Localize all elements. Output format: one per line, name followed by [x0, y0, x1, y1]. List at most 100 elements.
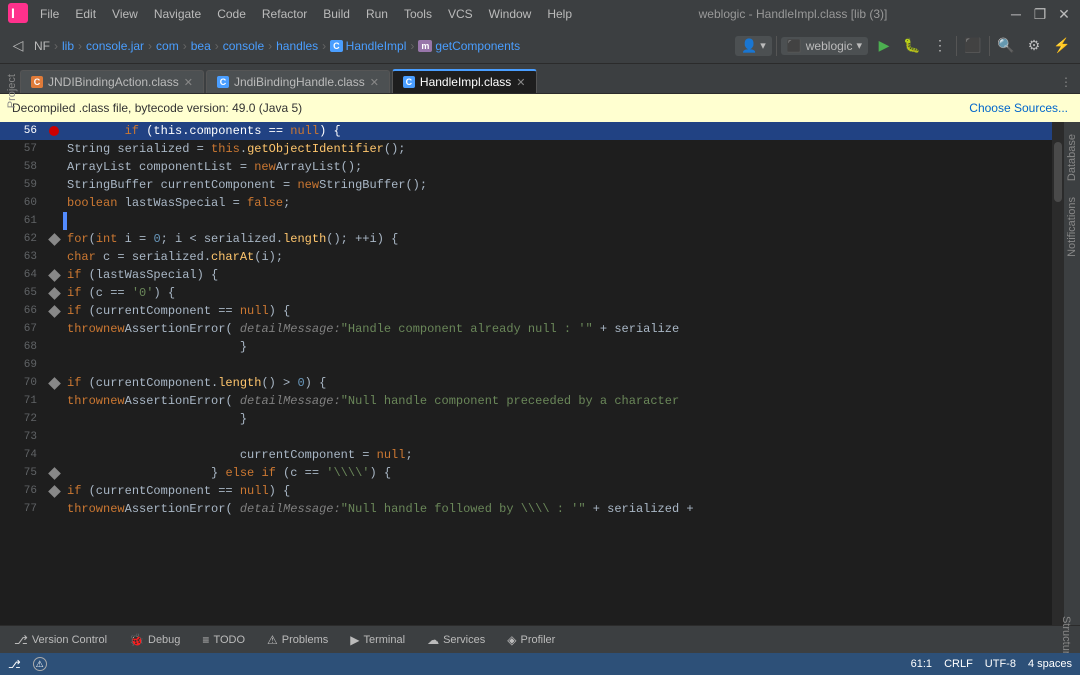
menu-file[interactable]: File [34, 5, 65, 23]
terminal-label: Terminal [363, 634, 405, 646]
menu-vcs[interactable]: VCS [442, 5, 479, 23]
todo-icon: ≡ [202, 633, 209, 647]
terminal-icon: ▶ [350, 633, 359, 647]
breadcrumb-jar[interactable]: console.jar [86, 39, 144, 53]
breadcrumb-class[interactable]: HandleImpl [346, 39, 407, 53]
notifications-tab[interactable]: Notifications [1064, 189, 1080, 265]
breadcrumb-bea[interactable]: bea [191, 39, 211, 53]
line-num-69: 69 [0, 356, 45, 374]
title-bar: I File Edit View Navigate Code Refactor … [0, 0, 1080, 28]
diamond-62 [48, 233, 61, 246]
status-bar: ⎇ ⚠ 61:1 CRLF UTF-8 4 spaces [0, 653, 1080, 675]
menu-tools[interactable]: Tools [398, 5, 438, 23]
line-num-66: 66 [0, 302, 45, 320]
profiler-tab[interactable]: ◈ Profiler [499, 630, 563, 650]
version-control-icon: ⎇ [14, 633, 28, 647]
run-config-button[interactable]: ⬛ weblogic ▾ [781, 37, 868, 55]
todo-tab[interactable]: ≡ TODO [194, 630, 253, 650]
project-tab-label[interactable]: Project [4, 68, 20, 114]
line-ending[interactable]: CRLF [944, 658, 973, 670]
breadcrumb-com[interactable]: com [156, 39, 179, 53]
gutter-72 [45, 410, 63, 428]
run-config-icon: ⬛ [787, 39, 802, 53]
code-line-56: if (this.components == null) { [63, 122, 1052, 140]
gutter-66 [45, 302, 63, 320]
menu-build[interactable]: Build [317, 5, 356, 23]
gutter-68 [45, 338, 63, 356]
tab-jndi-binding-handle[interactable]: C JndiBindingHandle.class ✕ [206, 70, 390, 93]
tab-label-impl: HandleImpl.class [420, 75, 511, 89]
search-button[interactable]: 🔍 [994, 34, 1018, 58]
menu-bar: File Edit View Navigate Code Refactor Bu… [34, 5, 578, 23]
breadcrumb-method: getComponents [435, 39, 520, 53]
indent-info[interactable]: 4 spaces [1028, 658, 1072, 670]
notifications-button[interactable]: ⚡ [1050, 34, 1074, 58]
run-config-label: weblogic [806, 39, 853, 53]
tab-close-jndi[interactable]: ✕ [184, 76, 193, 89]
menu-navigate[interactable]: Navigate [148, 5, 207, 23]
tab-jndi-binding-action[interactable]: C JNDIBindingAction.class ✕ [20, 70, 204, 93]
line-num-72: 72 [0, 410, 45, 428]
menu-code[interactable]: Code [211, 5, 252, 23]
debug-tab[interactable]: 🐞 Debug [121, 630, 188, 650]
version-control-label: Version Control [32, 634, 107, 646]
tab-close-impl[interactable]: ✕ [516, 76, 525, 89]
version-control-tab[interactable]: ⎇ Version Control [6, 630, 115, 650]
diamond-76 [48, 485, 61, 498]
project-panel-toggle[interactable]: Project [4, 64, 20, 93]
problems-tab[interactable]: ⚠ Problems [259, 630, 336, 650]
breadcrumb-lib[interactable]: lib [62, 39, 74, 53]
breadcrumb: NF › lib › console.jar › com › bea › con… [34, 39, 731, 53]
breadcrumb-method-icon: m [418, 40, 432, 52]
window-controls: ─ ❐ ✕ [1008, 6, 1072, 22]
gutter-58 [45, 158, 63, 176]
breadcrumb-handles[interactable]: handles [276, 39, 318, 53]
close-button[interactable]: ✕ [1056, 6, 1072, 22]
more-run-button[interactable]: ⋮ [928, 34, 952, 58]
services-icon: ☁ [427, 633, 439, 647]
tab-handle-impl[interactable]: C HandleImpl.class ✕ [392, 69, 537, 93]
menu-run[interactable]: Run [360, 5, 394, 23]
cursor-position[interactable]: 61:1 [911, 658, 932, 670]
run-button[interactable]: ▶ [872, 34, 896, 58]
code-line-60: boolean lastWasSpecial = false; [63, 194, 1052, 212]
choose-sources-link[interactable]: Choose Sources... [969, 101, 1068, 115]
stop-button[interactable]: ⬛ [961, 34, 985, 58]
minimize-button[interactable]: ─ [1008, 6, 1024, 22]
svg-text:I: I [11, 5, 15, 21]
decompile-message: Decompiled .class file, bytecode version… [12, 101, 302, 115]
code-content[interactable]: if (this.components == null) { String se… [63, 122, 1052, 625]
menu-view[interactable]: View [106, 5, 144, 23]
terminal-tab[interactable]: ▶ Terminal [342, 630, 413, 650]
tab-icon-impl: C [403, 76, 415, 88]
scroll-thumb[interactable] [1054, 142, 1062, 202]
app-logo: I [8, 3, 28, 26]
debug-label: Debug [148, 634, 180, 646]
code-line-70: if (currentComponent.length() > 0) { [63, 374, 1052, 392]
breadcrumb-console[interactable]: console [223, 39, 264, 53]
avatar-button[interactable]: 👤 ▾ [735, 36, 772, 56]
tabs-more-button[interactable]: ⋮ [1052, 71, 1080, 93]
settings-button[interactable]: ⚙ [1022, 34, 1046, 58]
back-button[interactable]: ◁ [6, 34, 30, 58]
database-tab[interactable]: Database [1064, 126, 1080, 189]
diamond-66 [48, 305, 61, 318]
editor-scrollbar[interactable] [1052, 122, 1064, 625]
menu-edit[interactable]: Edit [69, 5, 102, 23]
code-line-61 [63, 212, 1052, 230]
menu-help[interactable]: Help [541, 5, 578, 23]
gutter-61 [45, 212, 63, 230]
menu-refactor[interactable]: Refactor [256, 5, 313, 23]
bottom-toolbar: ⎇ Version Control 🐞 Debug ≡ TODO ⚠ Probl… [0, 625, 1080, 653]
gutter-60 [45, 194, 63, 212]
code-line-71: throw new AssertionError( detailMessage:… [63, 392, 1052, 410]
debug-button[interactable]: 🐛 [900, 34, 924, 58]
restore-button[interactable]: ❐ [1032, 6, 1048, 22]
menu-window[interactable]: Window [483, 5, 538, 23]
diamond-65 [48, 287, 61, 300]
services-tab[interactable]: ☁ Services [419, 630, 493, 650]
tab-close-handle[interactable]: ✕ [370, 76, 379, 89]
encoding[interactable]: UTF-8 [985, 658, 1016, 670]
code-line-58: ArrayList componentList = new ArrayList(… [63, 158, 1052, 176]
diamond-70 [48, 377, 61, 390]
